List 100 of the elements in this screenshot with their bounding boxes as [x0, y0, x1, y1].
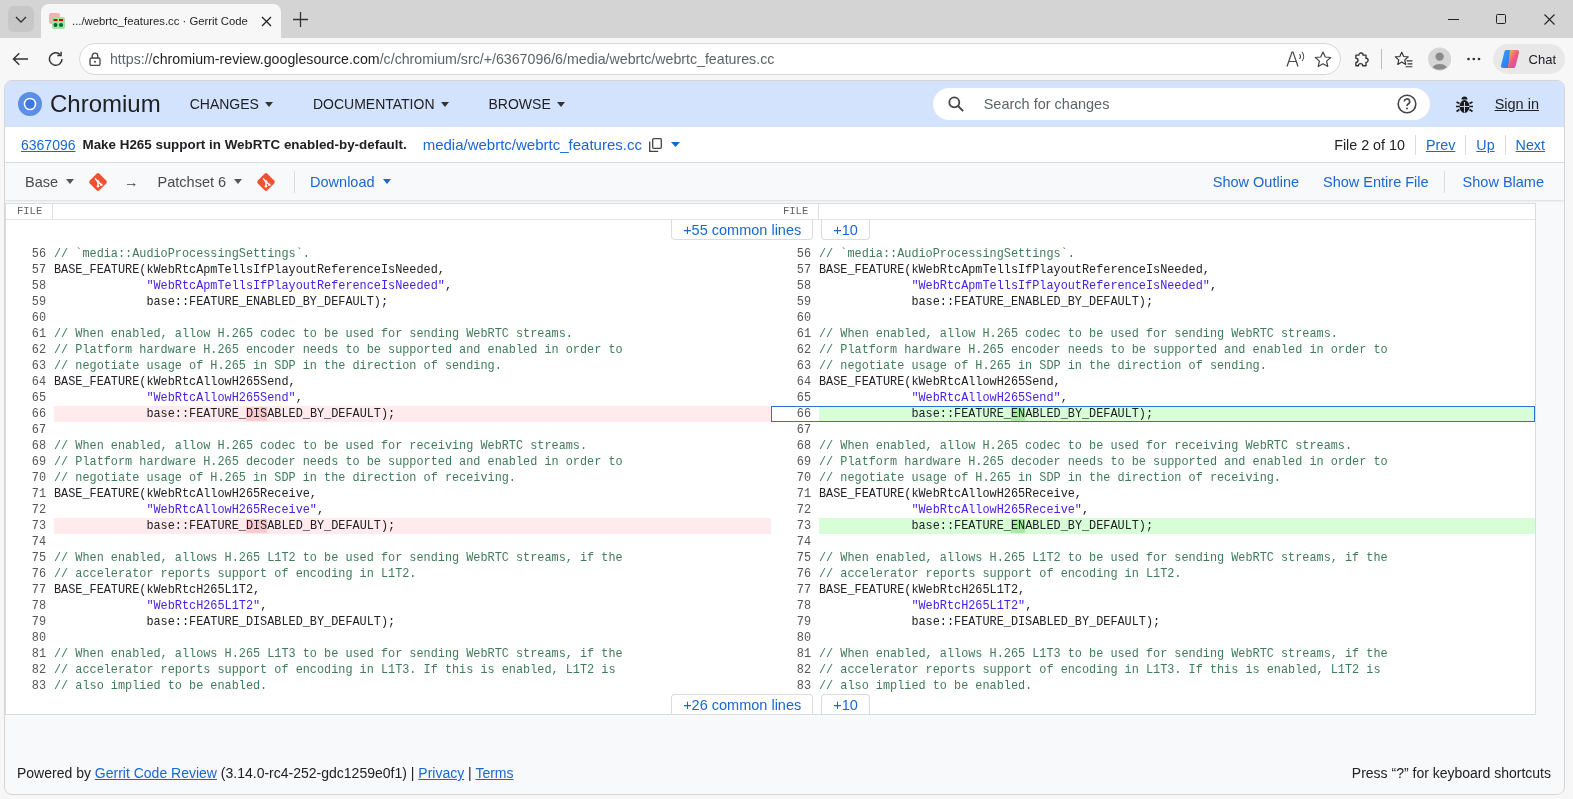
line-number: 82: [795, 662, 812, 678]
bug-icon[interactable]: [1454, 94, 1474, 114]
code-line: // When enabled, allows H.265 L1T2 to be used for sending WebRTC streams, if the: [819, 550, 1389, 566]
line-number: 56: [30, 246, 47, 262]
brand-title[interactable]: Chromium: [50, 90, 161, 118]
base-dropdown[interactable]: Base: [25, 173, 75, 190]
caret-icon: [234, 179, 243, 184]
caret-icon[interactable]: [670, 142, 680, 147]
file-nav-link[interactable]: Up: [1476, 136, 1495, 153]
caret-icon: [382, 179, 391, 184]
search-field[interactable]: Search for changes: [932, 88, 1430, 120]
toolbar-action-button[interactable]: Show Entire File: [1323, 173, 1429, 190]
code-line: BASE_FEATURE(kWebRtcH265L1T2,: [819, 582, 1027, 598]
code-line: "WebRtcApmTellsIfPlayoutReferenceIsNeeded",: [910, 278, 1219, 294]
line-number: 74: [30, 534, 47, 550]
code-line: // accelerator reports support of encoding in L1T3. If this is enabled, L1T2 is: [819, 662, 1382, 678]
line-number: 77: [795, 582, 812, 598]
copy-icon[interactable]: [648, 137, 662, 152]
app-logo-icon[interactable]: [18, 92, 42, 116]
plus-icon[interactable]: [293, 12, 308, 27]
expand-more-lines-button[interactable]: +10: [821, 694, 870, 714]
column-header: FILE: [771, 204, 819, 219]
code-line: "WebRtcH265L1T2",: [145, 598, 269, 614]
line-number: 59: [795, 294, 812, 310]
reload-icon[interactable]: [48, 51, 64, 67]
line-number: 64: [30, 374, 47, 390]
footer-link[interactable]: Privacy: [418, 765, 465, 781]
read-aloud-icon[interactable]: [1285, 51, 1305, 67]
more-icon[interactable]: [1467, 57, 1481, 61]
site-icon: [49, 13, 65, 29]
keyboard-shortcut-hint: Press “?” for keyboard shortcuts: [1351, 765, 1551, 781]
maximize-icon[interactable]: [1496, 14, 1506, 24]
line-number: 61: [30, 326, 47, 342]
toolbar-action-button[interactable]: Show Blame: [1462, 173, 1544, 190]
download-dropdown[interactable]: Download: [310, 173, 391, 190]
expand-common-lines-button[interactable]: +55 common lines: [671, 220, 814, 240]
code-line: // `media::AudioProcessingSettings`.: [819, 246, 1076, 262]
line-number: 62: [795, 342, 812, 358]
code-line: // When enabled, allow H.265 codec to be used for receiving WebRTC streams.: [54, 438, 589, 454]
code-line: "WebRtcApmTellsIfPlayoutReferenceIsNeeded",: [145, 278, 454, 294]
footer-link[interactable]: Gerrit Code Review: [94, 765, 217, 781]
help-icon[interactable]: [1396, 94, 1417, 114]
line-number: 74: [795, 534, 812, 550]
code-line: // negotiate usage of H.265 in SDP in the direction of sending.: [819, 358, 1268, 374]
line-number: 63: [795, 358, 812, 374]
line-number: 63: [30, 358, 47, 374]
header-menu[interactable]: CHANGES: [189, 96, 273, 112]
browser-tab[interactable]: .../webrtc_features.cc · Gerrit Code: [41, 4, 281, 38]
toolbar-action-button[interactable]: Show Outline: [1212, 173, 1299, 190]
close-icon[interactable]: [261, 15, 272, 27]
line-number: 57: [795, 262, 812, 278]
star-icon[interactable]: [1313, 50, 1332, 68]
change-number-link[interactable]: 6367096: [21, 136, 76, 153]
patchset-dropdown[interactable]: Patchset 6: [157, 173, 243, 190]
code-line: // When enabled, allows H.265 L1T2 to be used for sending WebRTC streams, if the: [54, 550, 624, 566]
code-line: base::FEATURE_ENABLED_BY_DEFAULT);: [910, 294, 1155, 310]
line-number: 70: [30, 470, 47, 486]
line-number: 83: [30, 678, 47, 694]
line-number: 68: [795, 438, 812, 454]
expand-common-lines-button[interactable]: +26 common lines: [671, 694, 814, 714]
header-menu[interactable]: DOCUMENTATION: [312, 96, 449, 112]
extensions-icon[interactable]: [1352, 50, 1371, 68]
code-line: // negotiate usage of H.265 in SDP in the direction of receiving.: [819, 470, 1282, 486]
search-icon: [947, 96, 964, 112]
code-line: BASE_FEATURE(kWebRtcAllowH265Receive,: [54, 486, 318, 502]
code-line: // also implied to be enabled.: [819, 678, 1034, 694]
address-bar[interactable]: https://chromium-review.googlesource.com/c/chromium/src/+/6367096/6/media/webrtc/webrtc_features.cc: [78, 43, 1341, 75]
profile-avatar-icon[interactable]: [1427, 47, 1451, 71]
code-line: // When enabled, allow H.265 codec to be used for sending WebRTC streams.: [54, 326, 574, 342]
header-menu[interactable]: BROWSE: [488, 96, 565, 112]
file-nav-link[interactable]: Next: [1515, 136, 1545, 153]
file-path-link[interactable]: media/webrtc/webrtc_features.cc: [422, 136, 642, 153]
code-line: base::FEATURE_DISABLED_BY_DEFAULT);: [910, 614, 1162, 630]
line-number: 71: [30, 486, 47, 502]
back-icon[interactable]: [12, 52, 29, 66]
code-line: // When enabled, allow H.265 codec to be used for receiving WebRTC streams.: [819, 438, 1354, 454]
footer-text: Powered by Gerrit Code Review (3.14.0-rc4-252-gdc1259e0f1) | Privacy | Terms: [17, 765, 514, 781]
file-position: File 2 of 10: [1334, 136, 1405, 153]
close-icon[interactable]: [1543, 13, 1555, 25]
code-line: base::FEATURE_ENABLED_BY_DEFAULT);: [145, 294, 390, 310]
caret-icon: [556, 101, 565, 107]
lock-icon: [88, 52, 101, 66]
line-number: 70: [795, 470, 812, 486]
minimize-icon[interactable]: [1447, 18, 1459, 20]
line-number: 57: [30, 262, 47, 278]
file-nav-link[interactable]: Prev: [1425, 136, 1456, 153]
code-line: // Platform hardware H.265 decoder needs to be supported and enabled in order to: [54, 454, 624, 470]
expand-more-lines-button[interactable]: +10: [821, 220, 870, 240]
sign-in-link[interactable]: Sign in: [1494, 96, 1539, 112]
line-number: 80: [30, 630, 47, 646]
line-number: 58: [795, 278, 812, 294]
favorites-icon[interactable]: [1394, 50, 1414, 68]
line-number: 65: [30, 390, 47, 406]
tab-list-button[interactable]: [8, 6, 34, 32]
code-line: "WebRtcAllowH265Receive",: [910, 502, 1091, 518]
code-line: // When enabled, allows H.265 L1T3 to be used for sending WebRTC streams, if the: [54, 646, 624, 662]
column-header: FILE: [6, 204, 53, 219]
chat-button[interactable]: Chat: [1492, 44, 1566, 74]
line-number: 68: [30, 438, 47, 454]
footer-link[interactable]: Terms: [475, 765, 514, 781]
